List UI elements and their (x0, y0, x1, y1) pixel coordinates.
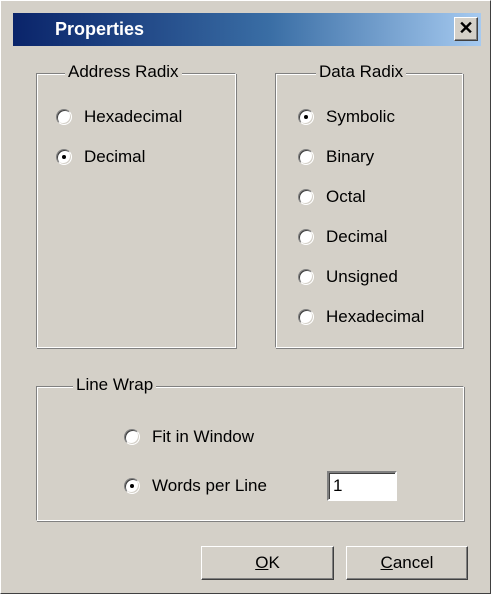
data-radix-binary-radio[interactable]: Binary (298, 145, 374, 169)
words-per-line-input[interactable] (327, 471, 397, 501)
radio-label: Fit in Window (152, 427, 255, 446)
title-bar[interactable]: Properties ✕ (13, 13, 481, 46)
ok-label-rest: K (268, 553, 280, 572)
data-radix-legend: Data Radix (316, 62, 407, 82)
ok-accel-letter: O (255, 553, 269, 572)
radio-button-icon (298, 309, 314, 325)
address-radix-decimal-radio[interactable]: Decimal (56, 145, 145, 169)
line-wrap-group: Line Wrap (36, 375, 464, 521)
data-radix-unsigned-radio[interactable]: Unsigned (298, 265, 398, 289)
cancel-accel-letter: C (380, 553, 393, 572)
radio-label: Decimal (84, 147, 146, 166)
radio-label: Unsigned (326, 267, 398, 286)
cancel-button[interactable]: Cancel (346, 546, 468, 580)
close-button[interactable]: ✕ (454, 17, 478, 41)
radio-label: Octal (326, 187, 366, 206)
properties-dialog: Properties ✕ Address Radix Hexadecimal D… (0, 0, 491, 594)
close-icon: ✕ (458, 18, 474, 38)
ok-button[interactable]: OK (201, 546, 334, 580)
radio-label: Decimal (326, 227, 388, 246)
words-per-line-radio[interactable]: Words per Line (124, 474, 267, 498)
radio-button-icon (124, 429, 140, 445)
data-radix-decimal-radio[interactable]: Decimal (298, 225, 387, 249)
radio-button-icon (124, 478, 140, 494)
radio-button-icon (298, 229, 314, 245)
data-radix-hexadecimal-radio[interactable]: Hexadecimal (298, 305, 424, 329)
radio-button-icon (56, 149, 72, 165)
data-radix-octal-radio[interactable]: Octal (298, 185, 366, 209)
radio-label: Hexadecimal (84, 107, 183, 126)
cancel-label-rest: ancel (392, 553, 434, 572)
radio-button-icon (298, 269, 314, 285)
data-radix-symbolic-radio[interactable]: Symbolic (298, 105, 395, 129)
radio-label: Binary (326, 147, 375, 166)
radio-button-icon (56, 109, 72, 125)
fit-in-window-radio[interactable]: Fit in Window (124, 425, 254, 449)
radio-label: Words per Line (152, 476, 267, 495)
address-radix-legend: Address Radix (65, 62, 182, 82)
radio-label: Hexadecimal (326, 307, 425, 326)
address-radix-hexadecimal-radio[interactable]: Hexadecimal (56, 105, 182, 129)
radio-button-icon (298, 109, 314, 125)
radio-label: Symbolic (326, 107, 395, 126)
radio-button-icon (298, 149, 314, 165)
dialog-title: Properties (55, 19, 145, 39)
radio-button-icon (298, 189, 314, 205)
line-wrap-legend: Line Wrap (73, 375, 157, 395)
